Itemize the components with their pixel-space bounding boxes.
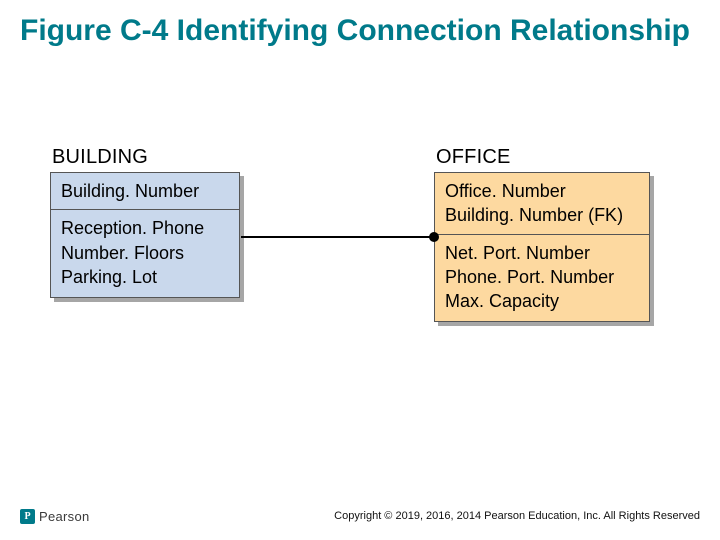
relationship-line — [241, 236, 434, 238]
pearson-logo: P Pearson — [20, 509, 90, 524]
attr-field: Parking. Lot — [61, 265, 229, 289]
attr-field: Phone. Port. Number — [445, 265, 639, 289]
copyright-text: Copyright © 2019, 2016, 2014 Pearson Edu… — [334, 510, 700, 522]
entity-office-pk: Office. Number Building. Number (FK) — [435, 173, 649, 235]
logo-text: Pearson — [39, 509, 90, 524]
logo-mark-letter: P — [24, 511, 30, 522]
pk-field: Building. Number — [61, 179, 229, 203]
attr-field: Net. Port. Number — [445, 241, 639, 265]
logo-mark-icon: P — [20, 509, 35, 524]
relationship-endpoint-icon — [429, 232, 439, 242]
pk-field: Office. Number — [445, 179, 639, 203]
attr-field: Max. Capacity — [445, 289, 639, 313]
entity-building-pk: Building. Number — [51, 173, 239, 210]
entity-building: Building. Number Reception. Phone Number… — [50, 172, 240, 298]
page-title: Figure C-4 Identifying Connection Relati… — [20, 14, 700, 49]
pk-field: Building. Number (FK) — [445, 203, 639, 227]
entity-building-attrs: Reception. Phone Number. Floors Parking.… — [51, 210, 239, 297]
entity-office-attrs: Net. Port. Number Phone. Port. Number Ma… — [435, 235, 649, 322]
attr-field: Number. Floors — [61, 241, 229, 265]
attr-field: Reception. Phone — [61, 216, 229, 240]
entity-label-office: OFFICE — [436, 146, 511, 169]
slide: Figure C-4 Identifying Connection Relati… — [0, 0, 720, 540]
entity-label-building: BUILDING — [52, 146, 148, 169]
er-diagram: BUILDING Building. Number Reception. Pho… — [50, 146, 670, 376]
entity-office: Office. Number Building. Number (FK) Net… — [434, 172, 650, 322]
footer: P Pearson Copyright © 2019, 2016, 2014 P… — [20, 502, 700, 522]
